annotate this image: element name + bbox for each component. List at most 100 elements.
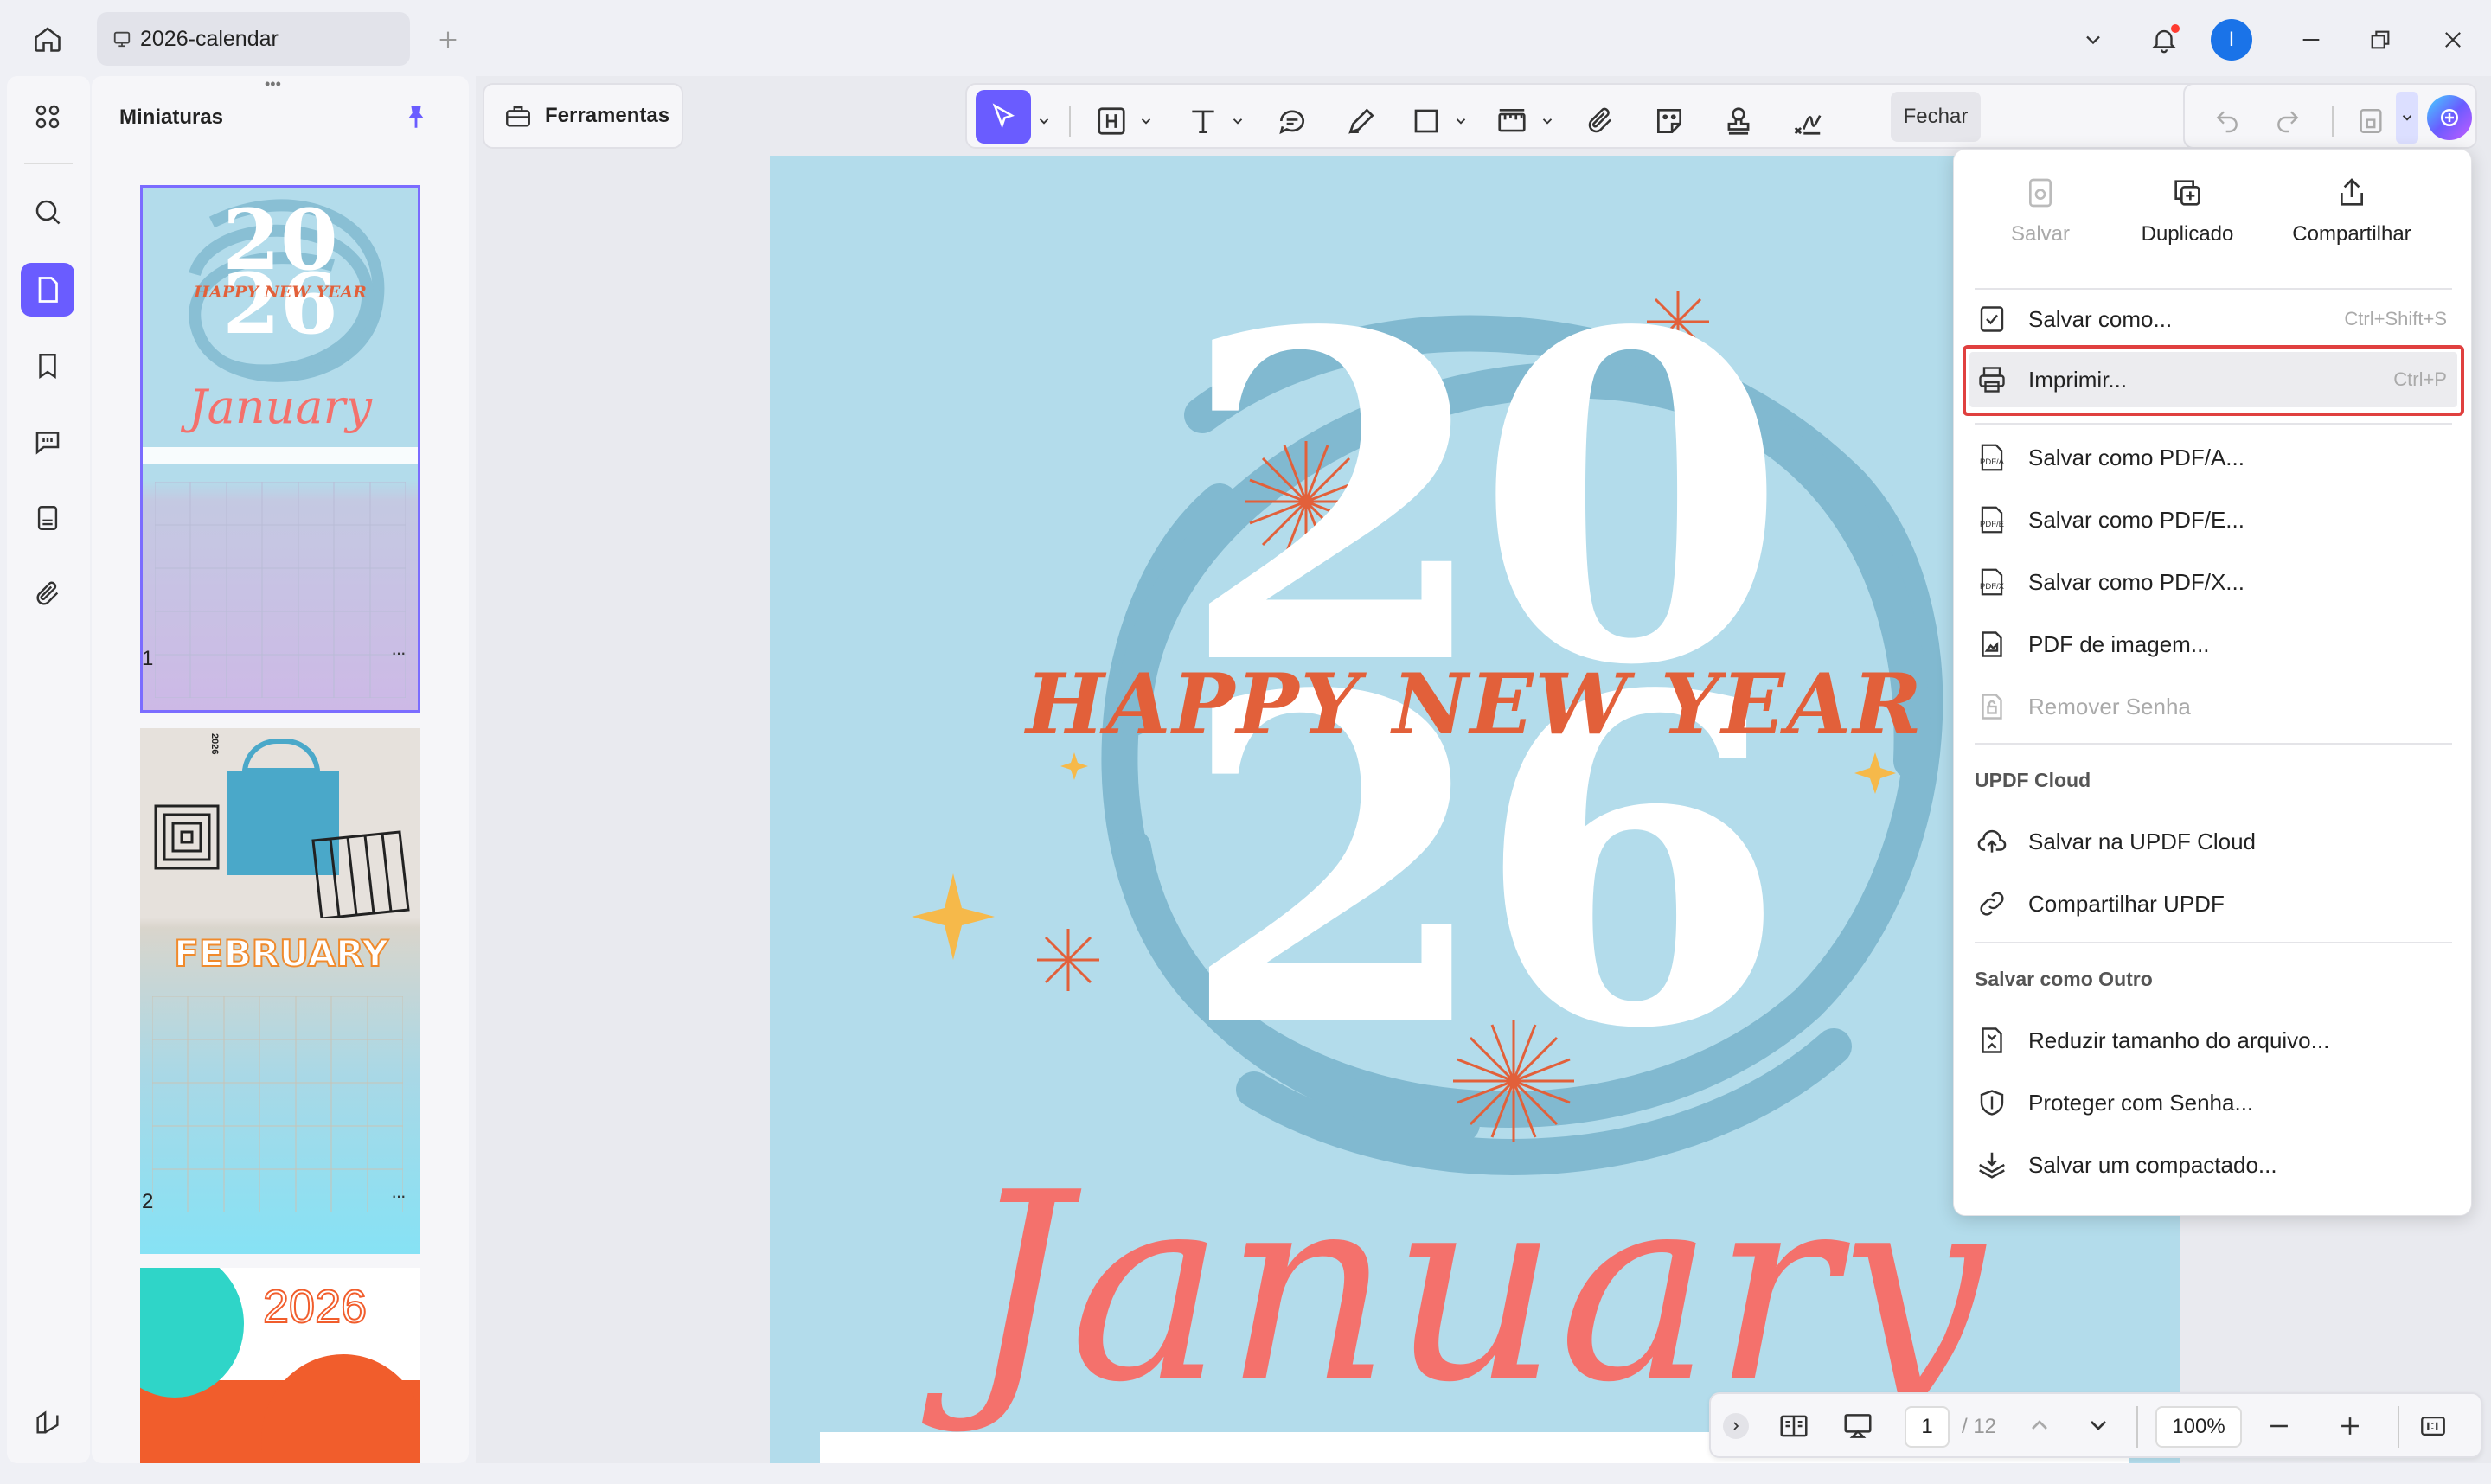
bell-icon[interactable]	[2143, 19, 2185, 61]
tools-button[interactable]: Ferramentas	[483, 83, 683, 149]
form-fields-icon[interactable]	[21, 491, 74, 545]
toolbar-divider	[1069, 106, 1071, 137]
toolbar-divider	[2332, 106, 2334, 137]
chevron-down-icon[interactable]	[1536, 93, 1559, 149]
avatar-initial: I	[2228, 28, 2235, 51]
thumbnail-page-1[interactable]: 20 26 Happy New Year January	[140, 185, 420, 713]
menu-duplicate-button[interactable]: Duplicado	[2101, 176, 2274, 271]
menu-item-label: Proteger com Senha...	[2028, 1089, 2254, 1116]
pin-icon[interactable]	[401, 102, 436, 137]
menu-item-save-as[interactable]: Salvar como... Ctrl+Shift+S	[1954, 290, 2473, 349]
collapse-chevron-icon[interactable]	[1723, 1413, 1749, 1439]
menu-item-save-compressed[interactable]: Salvar um compactado...	[1954, 1135, 2473, 1194]
page-up-chevron-icon[interactable]	[2026, 1411, 2053, 1439]
menu-item-label: Imprimir...	[2028, 366, 2128, 393]
thumbnail-page-number: 2	[142, 1190, 154, 1213]
thumb1-month: January	[189, 380, 372, 434]
menu-item-label: Salvar como...	[2028, 305, 2173, 332]
pencil-tool-icon[interactable]	[1335, 93, 1387, 149]
search-icon[interactable]	[21, 185, 74, 239]
stack-layers-icon	[1975, 1148, 2009, 1182]
select-cursor-icon[interactable]	[976, 90, 1031, 144]
thumbnail-page-number: 1	[142, 647, 154, 670]
sticker-tool-icon[interactable]	[1645, 93, 1694, 149]
menu-item-save-pdfa[interactable]: PDF/A Salvar como PDF/A...	[1954, 428, 2473, 487]
save-icon	[2023, 176, 2058, 210]
shape-tool-icon[interactable]	[1403, 93, 1450, 149]
zoom-out-icon[interactable]	[2264, 1411, 2294, 1441]
menu-section-cloud: UPDF Cloud	[1975, 769, 2091, 791]
menu-item-label: Salvar como PDF/E...	[2028, 506, 2244, 533]
signature-tool-icon[interactable]	[1782, 93, 1834, 149]
chevron-down-icon[interactable]	[1226, 93, 1249, 149]
stamp-tool-icon[interactable]	[1714, 93, 1763, 149]
tools-label: Ferramentas	[545, 104, 670, 127]
presentation-icon[interactable]	[1841, 1410, 1875, 1442]
menu-share-button[interactable]: Compartilhar	[2257, 176, 2447, 271]
menu-section-other: Salvar como Outro	[1975, 968, 2153, 990]
restore-icon[interactable]	[2363, 22, 2398, 57]
svg-text:PDF/X: PDF/X	[1980, 582, 2005, 592]
thumbnail-more-icon[interactable]: ···	[391, 1185, 407, 1207]
duplicate-icon	[2170, 176, 2205, 210]
menu-item-image-pdf[interactable]: PDF de imagem...	[1954, 615, 2473, 674]
close-window-icon[interactable]	[2436, 22, 2470, 57]
minimize-icon[interactable]	[2294, 22, 2328, 57]
menu-item-label: Compartilhar UPDF	[2028, 890, 2225, 917]
menu-item-protect-password[interactable]: Proteger com Senha...	[1954, 1073, 2473, 1132]
zoom-in-icon[interactable]	[2335, 1411, 2365, 1441]
left-rail	[7, 76, 90, 1463]
zoom-level-field[interactable]: 100%	[2155, 1406, 2242, 1448]
attach-tool-icon[interactable]	[1576, 93, 1624, 149]
ai-assistant-icon[interactable]	[2427, 95, 2472, 140]
unlock-icon	[1975, 689, 2009, 724]
panel-drag-handle[interactable]: •••	[265, 76, 291, 92]
layers-icon[interactable]	[21, 1396, 74, 1449]
menu-item-save-pdfe[interactable]: PDF/E Salvar como PDF/E...	[1954, 490, 2473, 549]
pdfe-icon: PDF/E	[1975, 502, 2009, 537]
thumb3-year: 2026	[262, 1280, 368, 1334]
bookmark-icon[interactable]	[21, 339, 74, 393]
page-down-chevron-icon[interactable]	[2084, 1411, 2112, 1439]
chevron-down-icon[interactable]	[2076, 22, 2110, 57]
redo-icon[interactable]	[2266, 93, 2309, 149]
apps-grid-icon[interactable]	[21, 90, 74, 144]
menu-item-reduce-size[interactable]: Reduzir tamanho do arquivo...	[1954, 1011, 2473, 1070]
attachment-icon[interactable]	[21, 567, 74, 621]
chevron-down-icon[interactable]	[1450, 93, 1472, 149]
menu-item-save-cloud[interactable]: Salvar na UPDF Cloud	[1954, 812, 2473, 871]
menu-share-label: Compartilhar	[2292, 222, 2411, 246]
text-tool-icon[interactable]	[1180, 93, 1226, 149]
close-tool-button[interactable]: Fechar	[1891, 92, 1981, 142]
chevron-down-icon[interactable]	[1135, 93, 1157, 149]
nav-divider	[2136, 1406, 2138, 1448]
thumbnails-page-icon[interactable]	[21, 263, 74, 317]
highlight-tool-icon[interactable]	[1088, 93, 1135, 149]
menu-item-save-pdfx[interactable]: PDF/X Salvar como PDF/X...	[1954, 553, 2473, 611]
book-view-icon[interactable]	[1777, 1410, 1811, 1442]
measure-tool-icon[interactable]	[1488, 93, 1536, 149]
toolbox-icon	[503, 101, 533, 131]
thumbnail-page-2[interactable]: FEBRUARY 2026	[140, 728, 420, 1254]
menu-item-label: Reduzir tamanho do arquivo...	[2028, 1027, 2330, 1053]
home-icon[interactable]	[26, 19, 69, 59]
document-tab[interactable]: 2026-calendar	[97, 12, 410, 66]
thumbnail-more-icon[interactable]: ···	[391, 642, 407, 664]
pdfx-icon: PDF/X	[1975, 565, 2009, 599]
new-tab-plus-icon[interactable]	[431, 22, 465, 57]
save-file-icon[interactable]	[2349, 93, 2392, 149]
menu-item-print[interactable]: Imprimir... Ctrl+P	[1969, 352, 2457, 407]
save-dropdown-chevron-icon[interactable]	[2396, 92, 2418, 144]
undo-icon[interactable]	[2206, 93, 2249, 149]
thumb1-weekday-header	[143, 447, 418, 464]
chevron-down-icon[interactable]	[1033, 93, 1055, 149]
comment-tool-icon[interactable]	[1266, 93, 1318, 149]
user-avatar[interactable]: I	[2211, 19, 2252, 61]
page-number-input[interactable]: 1	[1905, 1406, 1950, 1448]
actual-size-icon[interactable]	[2417, 1411, 2449, 1441]
menu-item-remove-password[interactable]: Remover Senha	[1954, 677, 2473, 736]
thumbnail-page-3[interactable]: 2026	[140, 1268, 420, 1463]
comment-icon[interactable]	[21, 415, 74, 469]
menu-item-share-updf[interactable]: Compartilhar UPDF	[1954, 874, 2473, 933]
menu-divider	[1975, 423, 2452, 425]
